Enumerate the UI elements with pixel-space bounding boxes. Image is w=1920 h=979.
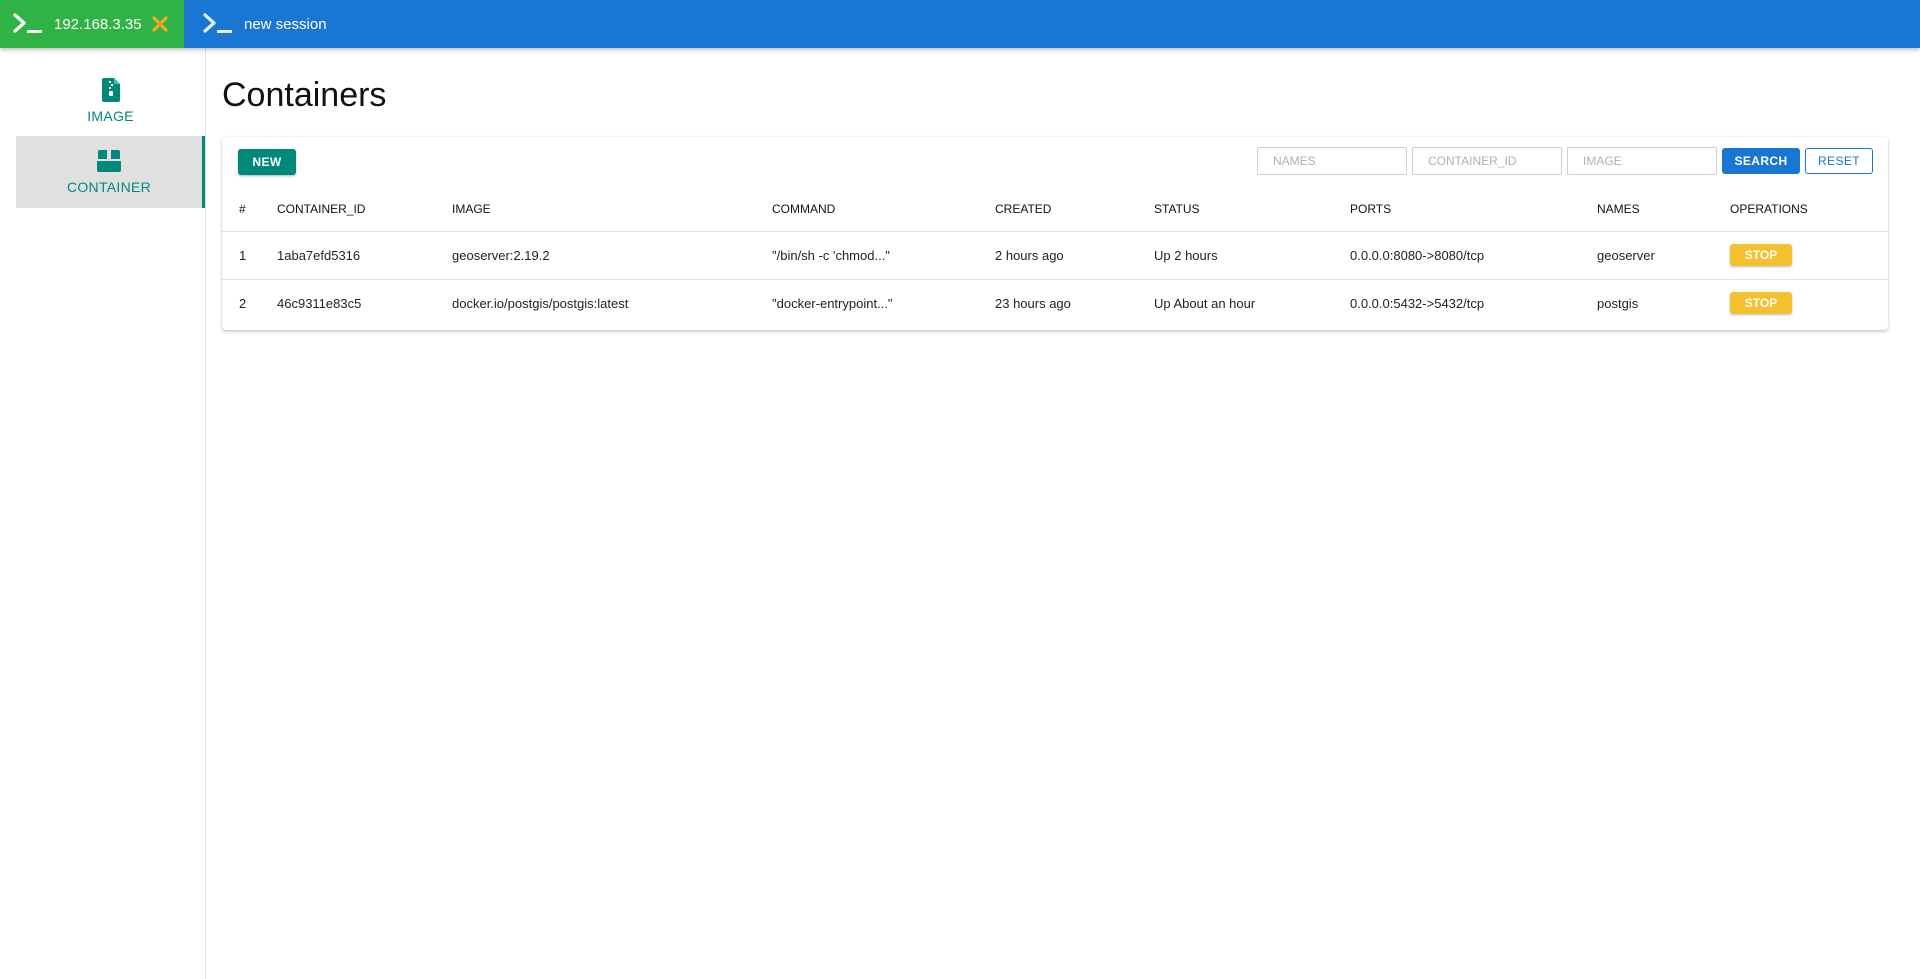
status-cell: Up 2 hours xyxy=(1154,231,1350,280)
stop-button[interactable]: STOP xyxy=(1730,292,1792,315)
new-session-label: new session xyxy=(244,15,327,33)
ports-cell: 0.0.0.0:8080->8080/tcp xyxy=(1350,231,1597,280)
sidebar-item-label: CONTAINER xyxy=(66,179,152,195)
row-number: 2 xyxy=(239,295,247,311)
column-header-names: NAMES xyxy=(1597,187,1730,232)
column-header-status: STATUS xyxy=(1154,187,1350,232)
container-id-cell: 1aba7efd5316 xyxy=(277,231,452,280)
status-cell: Up About an hour xyxy=(1154,295,1256,311)
names-cell: geoserver xyxy=(1597,231,1730,280)
command-cell: "/bin/sh -c 'chmod..." xyxy=(772,231,995,280)
search-button[interactable]: SEARCH xyxy=(1722,148,1800,174)
sidebar-item-label: IMAGE xyxy=(87,108,134,124)
session-tab-label: 192.168.3.35 xyxy=(54,15,142,33)
operations-cell: STOP xyxy=(1730,231,1888,280)
column-header-ports: PORTS xyxy=(1350,187,1597,232)
reset-button[interactable]: RESET xyxy=(1805,148,1873,174)
sidebar-item-container[interactable]: CONTAINER xyxy=(16,136,205,208)
sidebar: IMAGE CONTAINER xyxy=(0,48,206,979)
names-cell: postgis xyxy=(1597,295,1639,311)
image-cell: geoserver:2.19.2 xyxy=(452,231,772,280)
terminal-prompt-icon xyxy=(12,12,46,36)
containers-table: # CONTAINER_ID IMAGE COMMAND CREATED STA… xyxy=(222,187,1888,327)
operations-cell: STOP xyxy=(1730,279,1888,327)
column-header-image: IMAGE xyxy=(452,187,772,232)
command-cell: "docker-entrypoint..." xyxy=(772,295,893,311)
page-title: Containers xyxy=(222,76,387,114)
names-filter-input[interactable] xyxy=(1257,147,1407,175)
column-header-number: # xyxy=(222,187,277,232)
table-row: 1 1aba7efd5316 geoserver:2.19.2 "/bin/sh… xyxy=(222,231,1888,280)
container-id-cell: 46c9311e83c5 xyxy=(277,295,362,311)
archive-file-icon xyxy=(101,78,120,102)
column-header-created: CREATED xyxy=(995,187,1154,232)
image-cell: docker.io/postgis/postgis:latest xyxy=(452,295,629,311)
containers-card: NEW SEARCH RESET # CONTAINER_ID IMAGE CO… xyxy=(222,137,1888,330)
table-header-row: # CONTAINER_ID IMAGE COMMAND CREATED STA… xyxy=(222,187,1888,232)
container-id-filter-input[interactable] xyxy=(1412,147,1562,175)
sidebar-item-image[interactable]: IMAGE xyxy=(16,65,205,137)
box-icon xyxy=(97,150,121,172)
row-number: 1 xyxy=(222,231,277,280)
new-container-button[interactable]: NEW xyxy=(238,149,296,175)
column-header-operations: OPERATIONS xyxy=(1730,187,1888,232)
image-filter-input[interactable] xyxy=(1567,147,1717,175)
created-cell: 2 hours ago xyxy=(995,231,1154,280)
new-session-tab[interactable]: new session xyxy=(184,0,341,48)
close-icon[interactable] xyxy=(150,14,170,34)
created-cell: 23 hours ago xyxy=(995,295,1071,311)
terminal-prompt-icon xyxy=(202,12,236,36)
session-tab-active[interactable]: 192.168.3.35 xyxy=(0,0,184,48)
column-header-container-id: CONTAINER_ID xyxy=(277,187,452,232)
session-tab-bar: 192.168.3.35 new session xyxy=(0,0,1920,48)
stop-button[interactable]: STOP xyxy=(1730,244,1792,266)
ports-cell: 0.0.0.0:5432->5432/tcp xyxy=(1350,295,1485,311)
table-row: 2 46c9311e83c5 docker.io/postgis/postgis… xyxy=(222,279,1888,327)
column-header-command: COMMAND xyxy=(772,187,995,232)
